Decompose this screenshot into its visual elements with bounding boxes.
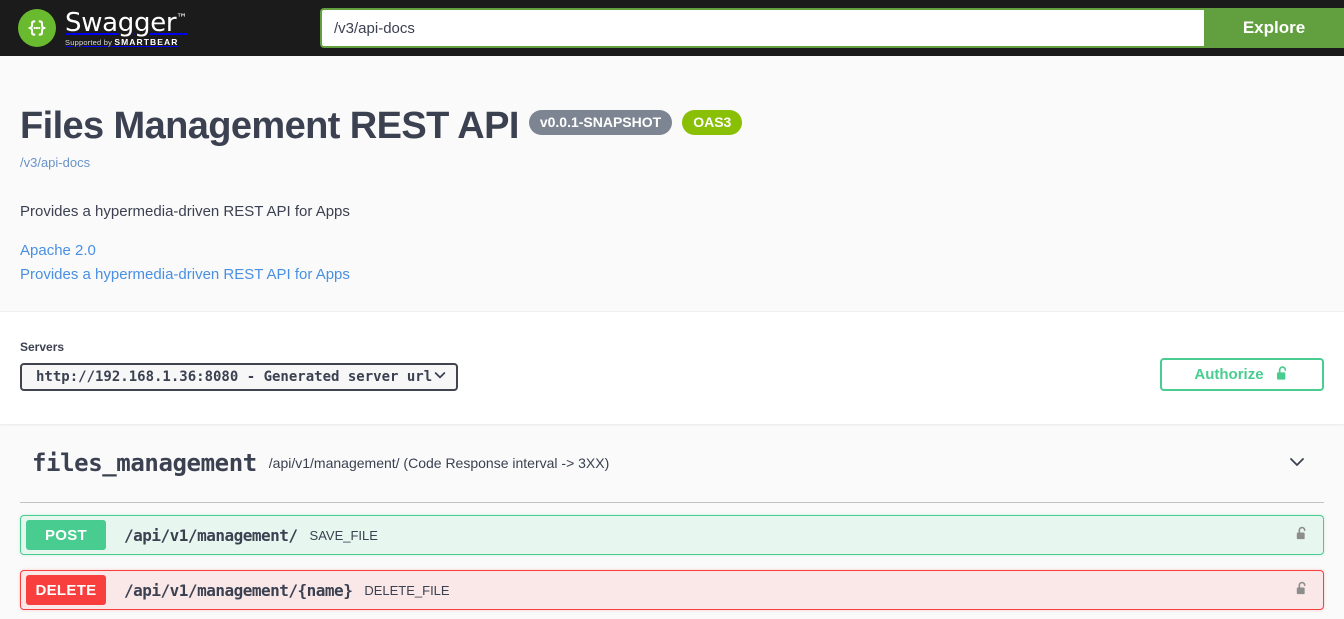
- servers-label: Servers: [20, 340, 65, 354]
- operation-summary: DELETE_FILE: [364, 582, 450, 598]
- tag-collapse-toggle[interactable]: [1282, 448, 1312, 478]
- license-link[interactable]: Apache 2.0: [20, 239, 1324, 263]
- unlocked-padlock-icon: [1295, 580, 1309, 600]
- operations-list: POST /api/v1/management/ SAVE_FILE DELET…: [20, 503, 1324, 610]
- tag-header[interactable]: files_management /api/v1/management/ (Co…: [20, 424, 1324, 503]
- swagger-wordmark: Swagger™: [65, 7, 187, 38]
- operation-path: /api/v1/management/: [124, 525, 298, 545]
- title-row: Files Management REST API v0.0.1-SNAPSHO…: [20, 104, 1324, 150]
- explore-button[interactable]: Explore: [1204, 8, 1344, 48]
- terms-of-service-link[interactable]: Provides a hypermedia-driven REST API fo…: [20, 263, 1324, 287]
- trademark-symbol: ™: [176, 11, 187, 25]
- swagger-logo-link[interactable]: Swagger™ Supported by SMARTBEAR: [18, 9, 187, 47]
- supported-by-text: Supported by SMARTBEAR: [65, 36, 179, 47]
- spec-url-input[interactable]: [320, 8, 1204, 48]
- smartbear-brand: SMARTBEAR: [114, 36, 179, 47]
- authorization-lock-button[interactable]: [1292, 578, 1312, 602]
- page-title: Files Management REST API: [20, 105, 519, 147]
- topbar: Swagger™ Supported by SMARTBEAR Explore: [0, 0, 1344, 56]
- api-info-block: Files Management REST API v0.0.1-SNAPSHO…: [0, 56, 1344, 312]
- swagger-logo-text: Swagger™ Supported by SMARTBEAR: [65, 10, 187, 47]
- tag-name: files_management: [32, 449, 257, 477]
- swagger-braces-icon: [18, 9, 56, 47]
- authorize-label: Authorize: [1194, 366, 1264, 383]
- scheme-container: Servers http://192.168.1.36:8080 - Gener…: [0, 312, 1344, 424]
- tag-description: /api/v1/management/ (Code Response inter…: [268, 455, 610, 471]
- server-select-value: http://192.168.1.36:8080 - Generated ser…: [36, 369, 433, 385]
- operation-path: /api/v1/management/{name}: [124, 580, 353, 600]
- method-badge-delete: DELETE: [26, 575, 106, 605]
- servers-group: Servers http://192.168.1.36:8080 - Gener…: [20, 340, 458, 391]
- chevron-down-icon: [432, 367, 448, 388]
- unlocked-padlock-icon: [1295, 525, 1309, 545]
- spec-url-form: Explore: [320, 8, 1344, 48]
- authorization-lock-button[interactable]: [1292, 523, 1312, 547]
- authorize-button[interactable]: Authorize: [1160, 358, 1324, 391]
- method-badge-post: POST: [26, 520, 106, 550]
- spec-url-link[interactable]: /v3/api-docs: [20, 155, 1324, 170]
- info-links: Apache 2.0 Provides a hypermedia-driven …: [20, 239, 1324, 287]
- chevron-down-icon: [1287, 452, 1307, 475]
- operation-summary: SAVE_FILE: [309, 527, 378, 543]
- server-select[interactable]: http://192.168.1.36:8080 - Generated ser…: [20, 363, 458, 391]
- operation-row-delete[interactable]: DELETE /api/v1/management/{name} DELETE_…: [20, 570, 1324, 610]
- unlocked-padlock-icon: [1275, 365, 1290, 385]
- version-badge: v0.0.1-SNAPSHOT: [528, 110, 673, 136]
- operation-row-post[interactable]: POST /api/v1/management/ SAVE_FILE: [20, 515, 1324, 555]
- tag-section-files-management: files_management /api/v1/management/ (Co…: [0, 424, 1344, 610]
- api-description: Provides a hypermedia-driven REST API fo…: [20, 202, 350, 220]
- oas-version-badge: OAS3: [682, 110, 743, 136]
